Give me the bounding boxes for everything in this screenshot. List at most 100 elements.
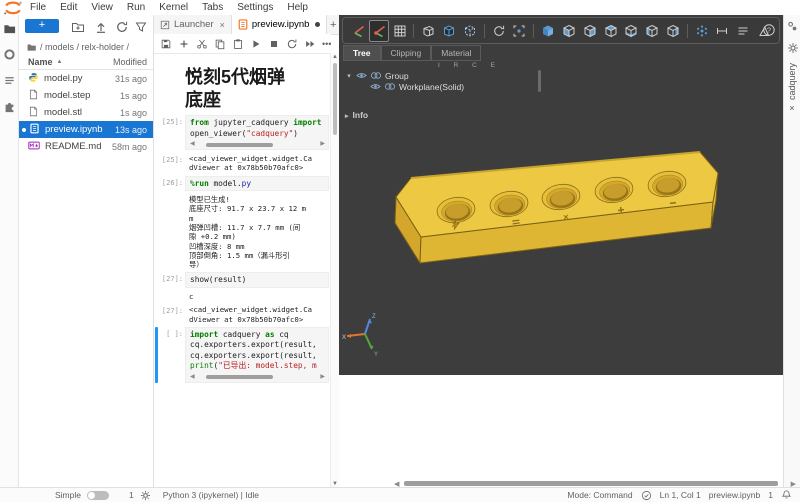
code-cell[interactable]: [25]:from jupyter_cadquery importopen_vi… — [154, 115, 329, 150]
explode-button[interactable] — [692, 20, 712, 42]
breadcrumb[interactable]: / models / relx-holder / — [19, 39, 153, 54]
scrollbar-thumb[interactable] — [333, 63, 337, 135]
menu-help[interactable]: Help — [280, 2, 315, 13]
left-view-button[interactable] — [642, 20, 662, 42]
new-tab-button[interactable]: + — [327, 15, 339, 34]
notebook-vertical-scrollbar[interactable]: ▲ ▼ — [330, 53, 339, 488]
code-input-area[interactable]: show(result) — [185, 272, 329, 288]
copy-cells-button[interactable] — [214, 37, 226, 51]
interrupt-kernel-button[interactable] — [268, 37, 280, 51]
sidecar-tab-cadquery[interactable]: × cadquery — [787, 63, 797, 113]
output-cell[interactable]: 模型已生成!底座尺寸: 91.7 x 23.7 x 12 mm烟弹凹槽: 11.… — [154, 194, 329, 269]
property-inspector-icon[interactable] — [784, 37, 800, 59]
file-browser-icon[interactable] — [0, 15, 18, 41]
iso-view-button[interactable] — [538, 20, 558, 42]
save-button[interactable] — [160, 37, 172, 51]
scroll-up-arrow[interactable]: ▲ — [331, 54, 339, 60]
extension-manager-icon[interactable] — [0, 93, 18, 119]
bell-icon[interactable] — [781, 489, 792, 501]
restart-kernel-button[interactable] — [286, 37, 298, 51]
more-commands-button[interactable]: ••• — [322, 37, 331, 51]
file-row-model.stl[interactable]: model.stl1s ago — [19, 104, 153, 121]
axes0-button[interactable] — [369, 20, 389, 42]
right-view-button[interactable] — [663, 20, 683, 42]
menu-settings[interactable]: Settings — [230, 2, 280, 13]
run-cell-button[interactable] — [250, 37, 262, 51]
visibility-eye-icon[interactable] — [370, 82, 381, 91]
running-sessions-icon[interactable] — [0, 41, 18, 67]
tree-scrollbar[interactable] — [538, 70, 541, 92]
reset-view-button[interactable] — [489, 20, 509, 42]
file-row-preview.ipynb[interactable]: preview.ipynb13s ago — [19, 121, 153, 138]
info-section[interactable]: ▸Info — [345, 110, 368, 120]
paste-cells-button[interactable] — [232, 37, 244, 51]
header-name[interactable]: Name — [28, 57, 53, 67]
debugger-icon[interactable] — [784, 15, 800, 37]
output-cell[interactable]: c — [154, 291, 329, 301]
tab-launcher[interactable]: Launcher × — [154, 15, 232, 34]
edges-visibility-icon[interactable] — [370, 71, 382, 80]
close-icon[interactable]: × — [787, 103, 797, 113]
table-of-contents-icon[interactable] — [0, 67, 18, 93]
tree-node-group[interactable]: ▾Group — [345, 70, 555, 81]
edges-visibility-icon[interactable] — [384, 82, 396, 91]
output-cell[interactable]: [25]:<cad_viewer_widget.widget.CadViewer… — [154, 153, 329, 173]
code-input-area[interactable]: import cadquery as cqcq.exporters.export… — [185, 327, 329, 383]
cursor-position[interactable]: Ln 1, Col 1 — [660, 490, 701, 500]
code-input-area[interactable]: %run model.py — [185, 176, 329, 192]
add-cell-button[interactable] — [178, 37, 190, 51]
menu-file[interactable]: File — [23, 2, 53, 13]
menu-kernel[interactable]: Kernel — [152, 2, 195, 13]
menu-edit[interactable]: Edit — [53, 2, 84, 13]
tab-preview-ipynb[interactable]: preview.ipynb — [232, 15, 328, 35]
menu-view[interactable]: View — [84, 2, 120, 13]
back-view-button[interactable] — [580, 20, 600, 42]
visibility-eye-icon[interactable] — [356, 71, 367, 80]
cell-horizontal-scrollbar[interactable]: ◀▶ — [190, 374, 325, 381]
fit-view-button[interactable] — [509, 20, 529, 42]
cad-tab-clipping[interactable]: Clipping — [381, 45, 432, 61]
code-cell[interactable]: [26]:%run model.py — [154, 176, 329, 192]
code-cell[interactable]: [ ]:import cadquery as cqcq.exporters.ex… — [154, 327, 329, 383]
file-row-model.step[interactable]: model.step1s ago — [19, 87, 153, 104]
transparency-button[interactable] — [460, 20, 480, 42]
file-list-header[interactable]: Name ▲ Modified — [19, 54, 153, 70]
code-input-area[interactable]: from jupyter_cadquery importopen_viewer(… — [185, 115, 329, 150]
help-button[interactable]: ? — [758, 19, 780, 41]
new-folder-icon[interactable] — [71, 20, 85, 34]
output-cell[interactable]: [27]:<cad_viewer_widget.widget.CadViewer… — [154, 304, 329, 324]
refresh-icon[interactable] — [115, 20, 129, 34]
trust-indicator-icon[interactable] — [641, 490, 652, 501]
simple-mode-toggle[interactable] — [87, 491, 109, 500]
caret-icon[interactable]: ▾ — [345, 72, 353, 80]
cut-cells-button[interactable] — [196, 37, 208, 51]
axes-button[interactable] — [348, 20, 368, 42]
menu-tabs[interactable]: Tabs — [195, 2, 230, 13]
header-modified[interactable]: Modified — [113, 57, 147, 67]
markdown-cell[interactable]: 悦刻5代烟弹底座 — [154, 60, 329, 112]
tree-node-workplanesolid[interactable]: Workplane(Solid) — [345, 81, 555, 92]
file-row-README.md[interactable]: README.md58m ago — [19, 138, 153, 155]
orthographic-button[interactable] — [418, 20, 438, 42]
black-edges-button[interactable] — [439, 20, 459, 42]
upload-icon[interactable] — [94, 20, 108, 34]
menu-run[interactable]: Run — [120, 2, 152, 13]
cad-tab-tree[interactable]: Tree — [343, 45, 381, 61]
restart-run-all-button[interactable] — [304, 37, 316, 51]
filter-icon[interactable] — [134, 20, 148, 34]
close-icon[interactable]: × — [220, 20, 225, 30]
cad-tab-material[interactable]: Material — [431, 45, 481, 61]
distance-measure-button[interactable] — [713, 20, 733, 42]
bottom-view-button[interactable] — [621, 20, 641, 42]
kernel-status[interactable]: Python 3 (ipykernel) | Idle — [163, 490, 259, 500]
front-view-button[interactable] — [559, 20, 579, 42]
mode-indicator[interactable]: Mode: Command — [567, 490, 632, 500]
properties-button[interactable] — [733, 20, 753, 42]
grid-button[interactable] — [390, 20, 410, 42]
top-view-button[interactable] — [601, 20, 621, 42]
cell-horizontal-scrollbar[interactable]: ◀▶ — [190, 141, 325, 148]
code-cell[interactable]: [27]:show(result) — [154, 272, 329, 288]
new-launcher-button[interactable]: + — [25, 19, 59, 33]
file-row-model.py[interactable]: model.py31s ago — [19, 70, 153, 87]
scrollbar-thumb[interactable] — [404, 481, 777, 486]
